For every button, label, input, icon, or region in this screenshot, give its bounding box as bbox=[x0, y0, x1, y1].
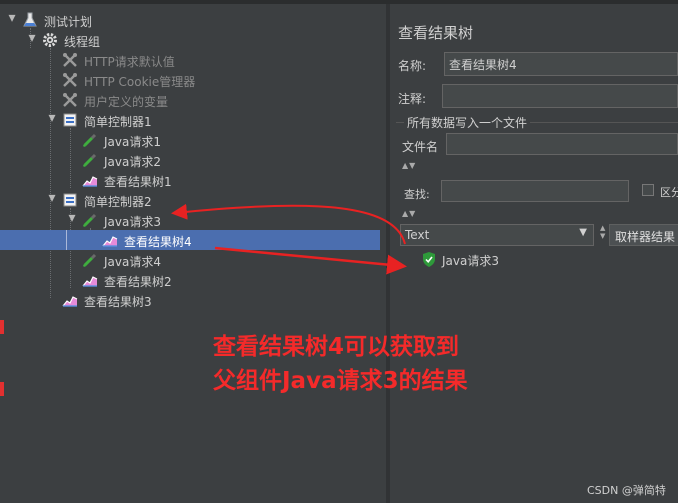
pipette-icon bbox=[82, 212, 98, 228]
tree-node-label: Java请求4 bbox=[104, 255, 161, 269]
results-tree-panel: 查看结果树 名称: 查看结果树4 注释: 所有数据写入一个文件 文件名 ▲▼ 查… bbox=[390, 4, 678, 503]
tree-node-label: Java请求2 bbox=[104, 155, 161, 169]
tree-node-tree1[interactable]: 查看结果树1 bbox=[0, 170, 386, 190]
search-input[interactable] bbox=[441, 180, 629, 202]
chevron-down-icon: ▼ bbox=[579, 227, 587, 238]
chart-icon bbox=[62, 292, 78, 308]
tree-node-label: 查看结果树4 bbox=[124, 235, 192, 249]
panel-title: 查看结果树 bbox=[398, 24, 474, 42]
wrench-icon bbox=[62, 72, 78, 88]
comment-label: 注释: bbox=[398, 92, 427, 106]
search-label: 查找: bbox=[404, 188, 430, 201]
tab-sampler-result[interactable]: 取样器结果 bbox=[609, 224, 678, 246]
wrench-icon bbox=[62, 52, 78, 68]
tree-node-cookiemgr[interactable]: HTTP Cookie管理器 bbox=[0, 70, 386, 90]
chart-icon bbox=[102, 232, 118, 248]
result-item-label: Java请求3 bbox=[442, 254, 499, 268]
tree-node-label: 查看结果树1 bbox=[104, 175, 172, 189]
expand-chevron-icon[interactable]: ▾ bbox=[46, 190, 58, 206]
collapse-arrows-icon[interactable]: ▲▼ bbox=[402, 209, 416, 218]
file-group-title: 所有数据写入一个文件 bbox=[404, 114, 531, 131]
tree-node-label: 简单控制器1 bbox=[84, 115, 152, 129]
expand-chevron-icon[interactable]: ▾ bbox=[6, 10, 18, 26]
filename-label: 文件名 bbox=[402, 140, 439, 154]
name-label: 名称: bbox=[398, 59, 427, 73]
pipette-icon bbox=[82, 252, 98, 268]
tree-node-tree3[interactable]: 查看结果树3 bbox=[0, 290, 386, 310]
annotation-text: 查看结果树4可以获取到 父组件Java请求3的结果 bbox=[213, 330, 468, 398]
tree-node-label: Java请求1 bbox=[104, 135, 161, 149]
controller-icon bbox=[62, 112, 78, 128]
wrench-icon bbox=[62, 92, 78, 108]
tree-node-tree2[interactable]: 查看结果树2 bbox=[0, 270, 386, 290]
tree-node-ctrl1[interactable]: ▾ 简单控制器1 bbox=[0, 110, 386, 130]
tree-node-label: 测试计划 bbox=[44, 15, 93, 29]
tree-node-java2[interactable]: Java请求2 bbox=[0, 150, 386, 170]
filename-input[interactable] bbox=[446, 133, 678, 155]
collapse-arrows-icon[interactable]: ▲▼ bbox=[402, 161, 416, 170]
tree-node-label: 简单控制器2 bbox=[84, 195, 152, 209]
name-input[interactable]: 查看结果树4 bbox=[444, 52, 678, 76]
expand-chevron-icon[interactable]: ▾ bbox=[46, 110, 58, 126]
divider-arrows-icon[interactable]: ▲ ▼ bbox=[600, 224, 606, 240]
tree-node-label: Java请求3 bbox=[104, 215, 161, 229]
tree-node-httpdefaults[interactable]: HTTP请求默认值 bbox=[0, 50, 386, 70]
tree-guide bbox=[66, 230, 67, 250]
flask-icon bbox=[22, 12, 38, 28]
tree-node-ctrl2[interactable]: ▾ 简单控制器2 bbox=[0, 190, 386, 210]
annotation-line-2: 父组件Java请求3的结果 bbox=[213, 368, 468, 394]
controller-icon bbox=[62, 192, 78, 208]
tree-node-label: 线程组 bbox=[64, 35, 101, 49]
tree-node-java3[interactable]: ▾ Java请求3 bbox=[0, 210, 386, 230]
tree-node-label: HTTP Cookie管理器 bbox=[84, 75, 196, 89]
chart-icon bbox=[82, 272, 98, 288]
watermark: CSDN @弹简特 bbox=[587, 484, 666, 497]
edge-marker bbox=[0, 320, 4, 334]
case-sensitive-checkbox[interactable] bbox=[642, 184, 654, 196]
comment-input[interactable] bbox=[442, 84, 678, 108]
pipette-icon bbox=[82, 152, 98, 168]
test-plan-tree: ▾ 测试计划 ▾ 线程组 HTTP请求默认值 HTTP Cookie管理器 用户定义的变量 ▾… bbox=[0, 4, 386, 503]
gear-icon bbox=[42, 32, 58, 48]
chart-icon bbox=[82, 172, 98, 188]
tree-node-uservars[interactable]: 用户定义的变量 bbox=[0, 90, 386, 110]
tree-node-plan[interactable]: ▾ 测试计划 bbox=[0, 10, 386, 30]
case-sensitive-label: 区分 bbox=[660, 186, 678, 199]
tree-node-java1[interactable]: Java请求1 bbox=[0, 130, 386, 150]
tree-node-label: 查看结果树2 bbox=[104, 275, 172, 289]
edge-marker bbox=[0, 382, 4, 396]
tree-node-threadgroup[interactable]: ▾ 线程组 bbox=[0, 30, 386, 50]
expand-chevron-icon[interactable]: ▾ bbox=[66, 210, 78, 226]
renderer-select[interactable]: Text ▼ bbox=[400, 224, 594, 246]
renderer-select-value: Text bbox=[405, 228, 430, 242]
tree-node-java4[interactable]: Java请求4 bbox=[0, 250, 386, 270]
annotation-line-1: 查看结果树4可以获取到 bbox=[213, 334, 460, 360]
expand-chevron-icon[interactable]: ▾ bbox=[26, 30, 38, 46]
tree-node-tree4[interactable]: 查看结果树4 bbox=[0, 230, 380, 250]
success-shield-icon bbox=[423, 252, 435, 267]
tree-node-label: 用户定义的变量 bbox=[84, 95, 169, 109]
tree-node-label: HTTP请求默认值 bbox=[84, 55, 175, 69]
pipette-icon bbox=[82, 132, 98, 148]
tree-node-label: 查看结果树3 bbox=[84, 295, 152, 309]
